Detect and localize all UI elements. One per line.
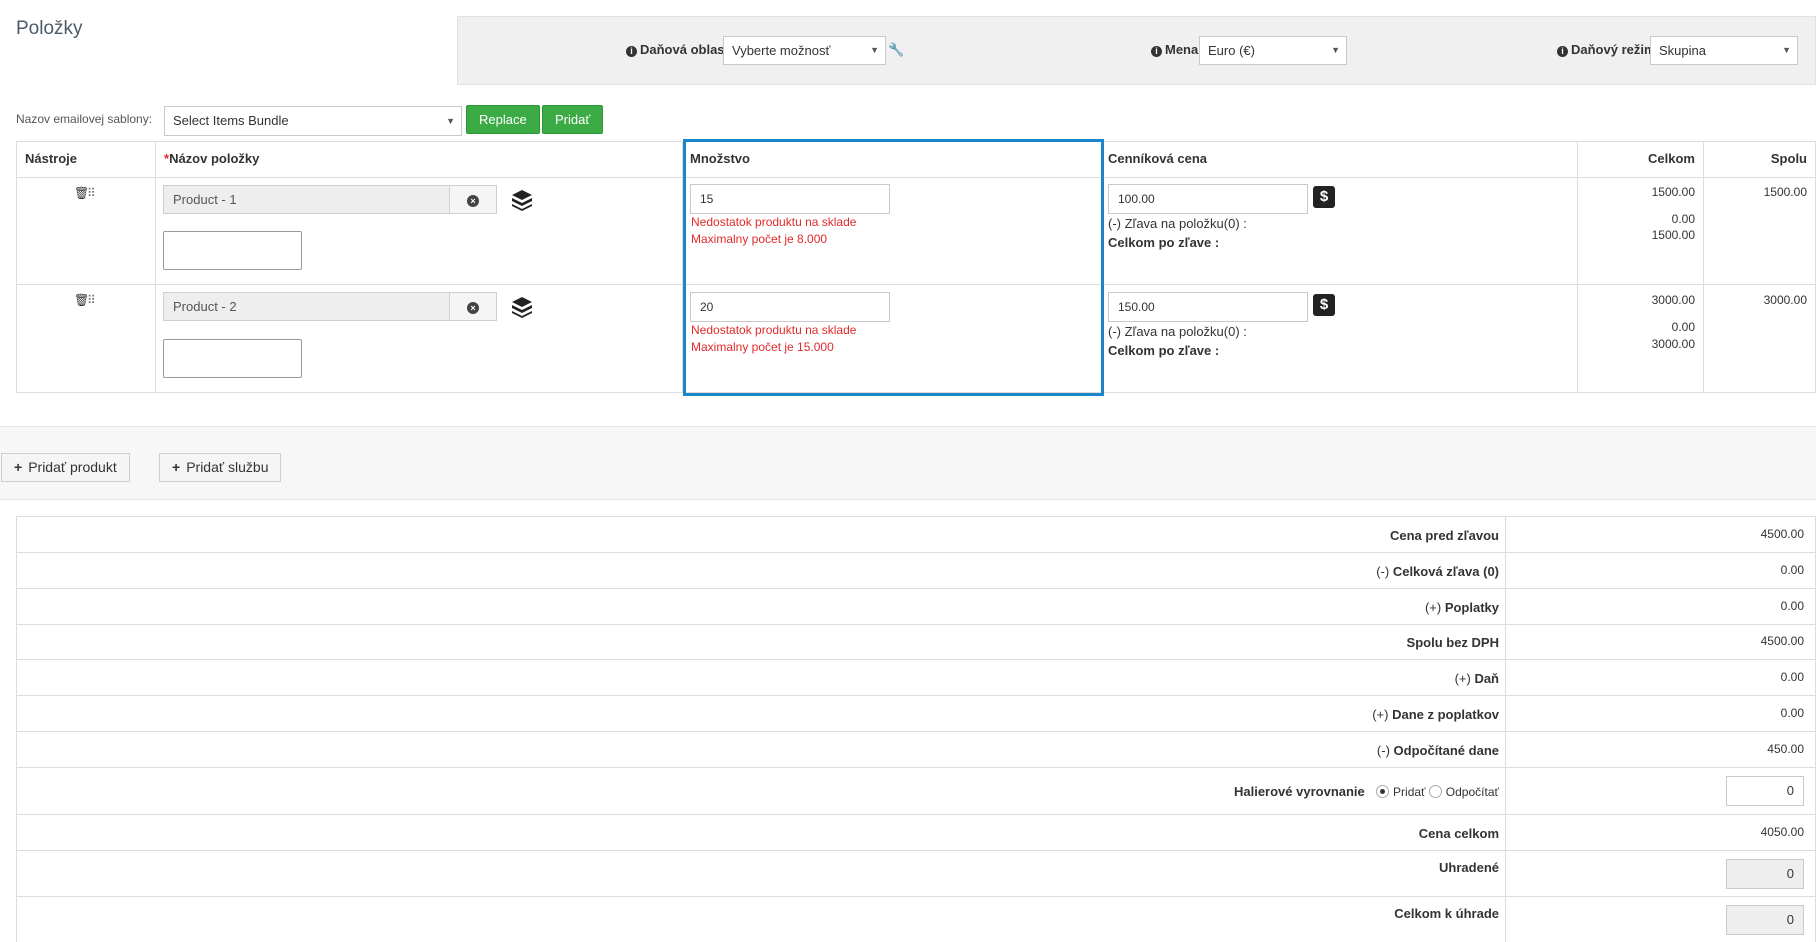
quantity-column-highlight	[683, 139, 1104, 396]
product-bundle-icon[interactable]	[510, 188, 534, 212]
summary-row-deducted-tax[interactable]: (-) Odpočítané dane 450.00	[16, 731, 1816, 767]
summary-row-fee-tax[interactable]: (+) Dane z poplatkov 0.00	[16, 695, 1816, 731]
row-discount: 0.00	[1671, 320, 1695, 334]
col-name: *Názov položky	[164, 151, 260, 166]
row-sum: 3000.00	[1763, 293, 1807, 307]
clear-product-button[interactable]: ×	[449, 185, 497, 214]
row-after-discount: 3000.00	[1651, 337, 1695, 351]
rounding-input[interactable]: 0	[1726, 776, 1804, 806]
close-icon: ×	[467, 195, 479, 207]
col-sum: Spolu	[1770, 151, 1807, 166]
add-template-button[interactable]: Pridať	[542, 105, 604, 134]
plus-icon: +	[172, 459, 181, 475]
price-book-icon[interactable]: $	[1313, 186, 1335, 208]
chevron-down-icon: ▼	[870, 45, 879, 55]
product-comment-textarea[interactable]	[163, 231, 302, 270]
template-select[interactable]: Select Items Bundle ▼	[164, 106, 462, 136]
currency-select[interactable]: Euro (€) ▼	[1199, 36, 1347, 65]
row-total: 3000.00	[1651, 293, 1695, 307]
clear-product-button[interactable]: ×	[449, 292, 497, 321]
rounding-subtract-radio[interactable]	[1429, 785, 1443, 798]
paid-input: 0	[1726, 859, 1804, 889]
info-icon: i	[1557, 46, 1568, 57]
template-label: Nazov emailovej sablony:	[16, 112, 153, 126]
add-product-button[interactable]: + Pridať produkt	[1, 453, 130, 482]
product-name-input[interactable]: Product - 1	[163, 185, 450, 214]
plus-icon: +	[14, 459, 23, 475]
summary-row-tax[interactable]: (+) Daň 0.00	[16, 659, 1816, 695]
item-discount-label[interactable]: (-) Zľava na položku(0) :	[1108, 324, 1247, 339]
after-discount-label: Celkom po zľave :	[1108, 235, 1220, 250]
col-total: Celkom	[1648, 151, 1695, 166]
tax-region-select[interactable]: Vyberte možnosť ▼	[723, 36, 886, 65]
wrench-icon[interactable]: 🔧	[888, 42, 904, 58]
tax-mode-select[interactable]: Skupina ▼	[1650, 36, 1798, 65]
row-after-discount: 1500.00	[1651, 228, 1695, 242]
to-pay-input: 0	[1726, 905, 1804, 935]
row-discount: 0.00	[1671, 212, 1695, 226]
item-discount-label[interactable]: (-) Zľava na položku(0) :	[1108, 216, 1247, 231]
currency-label: i Mena	[1151, 42, 1198, 57]
row-sum: 1500.00	[1763, 185, 1807, 199]
summary-row-grand-total: Cena celkom 4050.00	[16, 814, 1816, 850]
col-tools: Nástroje	[25, 151, 78, 166]
product-comment-textarea[interactable]	[163, 339, 302, 378]
summary-row-price-before-discount: Cena pred zľavou 4500.00	[16, 516, 1816, 552]
col-list-price: Cenníková cena	[1108, 151, 1207, 166]
chevron-down-icon: ▼	[446, 116, 455, 126]
drag-handle-icon[interactable]: ⠿	[87, 186, 96, 200]
tax-region-label: i Daňová oblasť	[626, 42, 731, 57]
info-icon: i	[1151, 46, 1162, 57]
page-title: Položky	[16, 18, 83, 39]
chevron-down-icon: ▼	[1782, 45, 1791, 55]
list-price-input[interactable]: 150.00	[1108, 292, 1308, 322]
summary-row-rounding: Halierové vyrovnanie Pridať Odpočítať 0	[16, 767, 1816, 814]
summary-row-total-discount[interactable]: (-) Celková zľava (0) 0.00	[16, 552, 1816, 588]
summary-row-paid: Uhradené 0	[16, 850, 1816, 896]
price-book-icon[interactable]: $	[1313, 294, 1335, 316]
info-icon: i	[626, 46, 637, 57]
close-icon: ×	[467, 302, 479, 314]
tax-mode-label: i Daňový režim	[1557, 42, 1656, 57]
add-service-button[interactable]: + Pridať službu	[159, 453, 282, 482]
summary-row-fees[interactable]: (+) Poplatky 0.00	[16, 588, 1816, 624]
after-discount-label: Celkom po zľave :	[1108, 343, 1220, 358]
rounding-add-radio[interactable]	[1376, 785, 1390, 798]
row-total: 1500.00	[1651, 185, 1695, 199]
chevron-down-icon: ▼	[1331, 45, 1340, 55]
product-bundle-icon[interactable]	[510, 295, 534, 319]
summary-row-total-no-vat: Spolu bez DPH 4500.00	[16, 624, 1816, 659]
list-price-input[interactable]: 100.00	[1108, 184, 1308, 214]
drag-handle-icon[interactable]: ⠿	[87, 293, 96, 307]
replace-button[interactable]: Replace	[466, 105, 540, 134]
product-name-input[interactable]: Product - 2	[163, 292, 450, 321]
summary-row-to-pay: Celkom k úhrade 0	[16, 896, 1816, 942]
